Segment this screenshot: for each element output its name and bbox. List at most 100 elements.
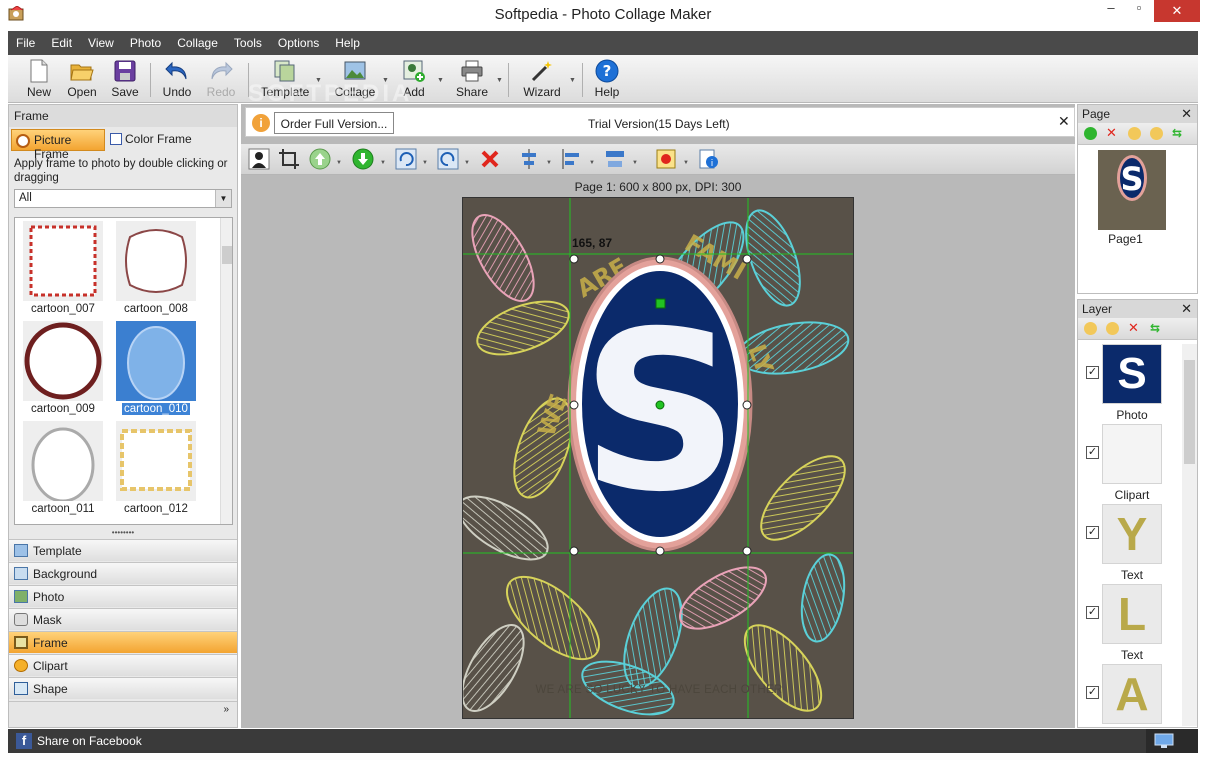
- order-full-version-button[interactable]: Order Full Version...: [274, 112, 394, 134]
- add-page-icon[interactable]: [1084, 127, 1097, 140]
- tab-picture-frame[interactable]: Picture Frame: [11, 129, 105, 161]
- nav-shape[interactable]: Shape: [9, 677, 237, 699]
- undo-button[interactable]: Undo: [155, 58, 199, 102]
- help-button[interactable]: ? Help: [585, 58, 629, 102]
- align-center-icon[interactable]: [518, 148, 540, 170]
- collage-canvas[interactable]: WE ARE FAMI LY S 165, 87 WE ARE SO LUCKY…: [462, 197, 854, 719]
- facebook-icon[interactable]: f: [16, 733, 32, 749]
- thumbnail-scrollbar[interactable]: [220, 218, 232, 524]
- layer-item[interactable]: ✓ A: [1078, 664, 1182, 726]
- nav-frame[interactable]: Frame: [9, 631, 237, 653]
- layer-visibility-checkbox[interactable]: ✓: [1086, 366, 1099, 379]
- nav-more-button[interactable]: »: [9, 701, 237, 727]
- layer-item[interactable]: ✓ Clipart: [1078, 424, 1182, 504]
- move-page-down-icon[interactable]: [1150, 127, 1163, 140]
- menu-help[interactable]: Help: [327, 31, 368, 50]
- send-backward-icon[interactable]: [352, 148, 374, 170]
- select-person-icon[interactable]: [248, 148, 270, 170]
- layer-scrollbar[interactable]: [1182, 344, 1197, 726]
- align-left-dropdown-icon[interactable]: ▼: [589, 160, 595, 166]
- delete-icon[interactable]: [479, 148, 501, 170]
- canvas-caption-text[interactable]: WE ARE SO LUCKY TO HAVE EACH OTHER: [463, 684, 853, 696]
- rotate-dropdown-icon[interactable]: ▼: [422, 160, 428, 166]
- wizard-label: Wizard: [523, 85, 561, 99]
- redo-button[interactable]: Redo: [199, 58, 243, 102]
- save-button[interactable]: Save: [103, 58, 147, 102]
- frame-label: cartoon_007: [31, 303, 95, 315]
- frame-thumb-cartoon-007[interactable]: [23, 221, 103, 301]
- rotate-left-icon[interactable]: [437, 148, 459, 170]
- page-thumbnail[interactable]: S: [1098, 150, 1166, 230]
- restore-button[interactable]: ▫: [1126, 0, 1152, 22]
- layer-item[interactable]: ✓ Y Text: [1078, 504, 1182, 584]
- nav-background[interactable]: Background: [9, 562, 237, 584]
- share-dropdown-icon[interactable]: ▼: [496, 77, 503, 84]
- menu-view[interactable]: View: [80, 31, 122, 50]
- layer-visibility-checkbox[interactable]: ✓: [1086, 526, 1099, 539]
- frame-thumb-cartoon-008[interactable]: [116, 221, 196, 301]
- frame-cartoon-011-icon: [31, 427, 95, 503]
- menu-photo[interactable]: Photo: [122, 31, 169, 50]
- layer-thumbnail: [1102, 424, 1162, 484]
- layer-down-icon[interactable]: [1106, 322, 1119, 335]
- flip-dropdown-icon[interactable]: ▼: [464, 160, 470, 166]
- open-button[interactable]: Open: [60, 58, 104, 102]
- distribute-icon[interactable]: [604, 148, 626, 170]
- menu-options[interactable]: Options: [270, 31, 327, 50]
- nav-mask[interactable]: Mask: [9, 608, 237, 630]
- bring-forward-icon[interactable]: [309, 148, 331, 170]
- delete-page-icon[interactable]: ✕: [1106, 126, 1119, 139]
- delete-layer-icon[interactable]: ✕: [1128, 321, 1141, 334]
- frame-thumb-cartoon-010[interactable]: [116, 321, 196, 401]
- wizard-button[interactable]: Wizard: [518, 58, 566, 102]
- nav-template[interactable]: Template: [9, 539, 237, 561]
- layer-item[interactable]: ✓ S Photo: [1078, 344, 1182, 424]
- effects-dropdown-icon[interactable]: ▼: [683, 160, 689, 166]
- layer-up-icon[interactable]: [1084, 322, 1097, 335]
- menu-tools[interactable]: Tools: [226, 31, 270, 50]
- menu-file[interactable]: File: [8, 31, 43, 50]
- menu-collage[interactable]: Collage: [169, 31, 226, 50]
- tab-color-frame[interactable]: Color Frame: [107, 129, 217, 151]
- layer-visibility-checkbox[interactable]: ✓: [1086, 606, 1099, 619]
- minimize-button[interactable]: –: [1098, 0, 1124, 22]
- new-button[interactable]: New: [17, 58, 61, 102]
- frame-thumb-cartoon-011[interactable]: [23, 421, 103, 503]
- share-button[interactable]: Share: [450, 58, 494, 102]
- edit-toolbar: ▼ ▼ ▼ ▼ ▼ ▼ ▼ ▼ i: [241, 144, 1075, 175]
- share-on-facebook-link[interactable]: Share on Facebook: [37, 734, 142, 748]
- panel-splitter[interactable]: ••••••••: [9, 529, 237, 537]
- frame-thumb-cartoon-009[interactable]: [23, 321, 103, 401]
- close-button[interactable]: ✕: [1154, 0, 1200, 22]
- scrollbar-thumb[interactable]: [1184, 360, 1195, 464]
- close-icon[interactable]: ✕: [1181, 301, 1192, 317]
- layer-visibility-checkbox[interactable]: ✓: [1086, 686, 1099, 699]
- align-left-icon[interactable]: [561, 148, 583, 170]
- wizard-dropdown-icon[interactable]: ▼: [569, 77, 576, 84]
- menu-edit[interactable]: Edit: [43, 31, 80, 50]
- chevron-down-icon[interactable]: ▼: [215, 190, 231, 207]
- refresh-icon[interactable]: ⇆: [1172, 126, 1185, 140]
- effects-icon[interactable]: [655, 148, 677, 170]
- monitor-icon[interactable]: [1154, 733, 1174, 749]
- layer-visibility-checkbox[interactable]: ✓: [1086, 446, 1099, 459]
- scrollbar-thumb[interactable]: [222, 246, 232, 264]
- add-dropdown-icon[interactable]: ▼: [437, 77, 444, 84]
- rotate-right-icon[interactable]: [395, 148, 417, 170]
- background-icon: [14, 567, 28, 580]
- frame-filter-select[interactable]: All ▼: [14, 189, 232, 208]
- forward-dropdown-icon[interactable]: ▼: [336, 160, 342, 166]
- move-page-up-icon[interactable]: [1128, 127, 1141, 140]
- nav-photo[interactable]: Photo: [9, 585, 237, 607]
- align-dropdown-icon[interactable]: ▼: [546, 160, 552, 166]
- frame-thumb-cartoon-012[interactable]: [116, 421, 196, 501]
- distribute-dropdown-icon[interactable]: ▼: [632, 160, 638, 166]
- layer-item[interactable]: ✓ L Text: [1078, 584, 1182, 664]
- properties-icon[interactable]: i: [697, 148, 719, 170]
- close-icon[interactable]: ✕: [1181, 106, 1192, 122]
- close-icon[interactable]: ✕: [1058, 113, 1070, 130]
- crop-icon[interactable]: [278, 148, 300, 170]
- backward-dropdown-icon[interactable]: ▼: [380, 160, 386, 166]
- nav-clipart[interactable]: Clipart: [9, 654, 237, 676]
- refresh-layers-icon[interactable]: ⇆: [1150, 321, 1163, 335]
